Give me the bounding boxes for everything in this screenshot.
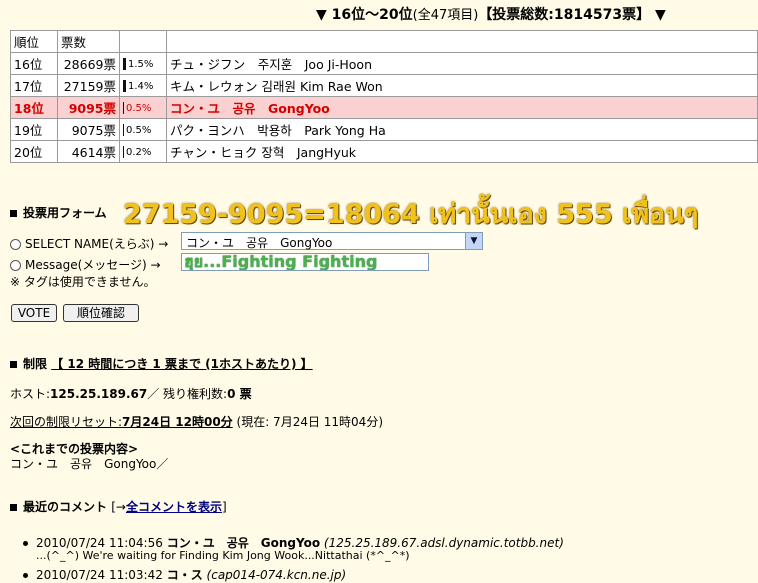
table-row-highlighted: 18位 9095票 0.5% コン・ユ 공유 GongYoo [10,96,758,119]
select-name-row: SELECT NAME(えらぶ) → [10,235,168,252]
name-cell: キム・レウォン 김래원 Kim Rae Won [166,74,758,97]
percent-text: 0.5% [126,102,152,114]
message-radio[interactable] [10,260,21,271]
range-text: 16位～20位 [331,7,413,23]
name-cell: チュ・ジフン 주지훈 Joo Ji-Hoon [166,52,758,75]
message-input[interactable]: ฮุย...Fighting Fighting [181,253,429,271]
history-value: コン・ユ 공유 GongYoo／ [10,457,169,471]
message-label: Message(メッセージ) → [25,258,161,272]
vote-page: ▼ 16位～20位(全47項目)【投票総数:1814573票】 ▼ 順位 票数 … [0,0,758,582]
comments-section-title: 最近のコメント [→全コメントを表示] [10,498,227,515]
limit-rule: 【 12 時間につき 1 票まで (1ホストあたり) 】 [51,357,313,371]
bullet-icon [23,573,28,578]
down-triangle-icon: ▼ [654,7,666,23]
rank-cell: 18位 [10,96,58,119]
name-select[interactable]: コン・ユ 공유 GongYoo ▼ [181,232,483,250]
host-value: 125.25.189.67 [50,387,148,401]
percent-cell: 1.4% [119,74,167,97]
rank-cell: 16位 [10,52,58,75]
vote-bar [123,123,124,136]
percent-text: 0.2% [126,146,152,158]
host-row: ホスト:125.25.189.67／ 残り権利数:0 票 [10,385,252,402]
name-cell: チャン・ヒョク 장혁 JangHyuk [166,140,758,163]
votes-cell: 27159票 [57,74,120,97]
vote-bar [123,57,126,70]
item-count: (全47項目) [412,8,479,23]
table-header-row: 順位 票数 [10,30,758,53]
vote-bar [123,101,124,114]
now-text: (現在: 7月24日 11時04分) [236,415,383,429]
name-select-value: コン・ユ 공유 GongYoo [186,236,333,250]
message-row: Message(メッセージ) → [10,256,161,273]
vote-form-title-text: 投票用フォーム [23,206,107,220]
limit-title: 制限 [23,357,48,371]
comment-name: コン・ユ 공유 GongYoo [166,536,321,550]
limit-section-title: 制限 【 12 時間につき 1 票まで (1ホストあたり) 】 [10,355,313,372]
name-column-header [166,30,758,53]
square-bullet-icon [10,361,17,368]
bar-column-header [119,30,167,53]
percent-cell: 0.5% [119,118,167,141]
rank-cell: 19位 [10,118,58,141]
table-row: 16位 28669票 1.5% チュ・ジフン 주지훈 Joo Ji-Hoon [10,52,758,75]
square-bullet-icon [10,210,17,217]
reset-row: 次回の制限リセット:7月24日 12時00分 (現在: 7月24日 11時04分… [10,413,383,430]
rank-column-header: 順位 [10,30,58,53]
chevron-down-icon[interactable]: ▼ [465,233,482,249]
rank-cell: 20位 [10,140,58,163]
comment-text: ...(^_^) We're waiting for Finding Kim J… [36,549,410,562]
down-triangle-icon: ▼ [316,7,327,23]
select-name-label: SELECT NAME(えらぶ) → [25,237,169,251]
all-comments-link[interactable]: 全コメントを表示 [126,500,222,514]
percent-text: 1.4% [128,80,154,92]
vote-button[interactable]: VOTE [11,304,57,322]
remain-value: 0 票 [227,387,252,401]
host-label: ホスト: [10,387,51,401]
votes-cell: 28669票 [57,52,120,75]
votes-cell: 4614票 [57,140,120,163]
reset-label: 次回の制限リセット: [10,415,123,429]
table-row: 20位 4614票 0.2% チャン・ヒョク 장혁 JangHyuk [10,140,758,163]
name-cell: パク・ヨンハ 박용하 Park Yong Ha [166,118,758,141]
comment-item: 2010/07/24 11:03:42 コ・ス (cap014-074.kcn.… [23,566,347,583]
percent-text: 0.5% [126,124,152,136]
remain-label: ／ 残り権利数: [147,387,228,401]
tag-note: ※ タグは使用できません。 [10,275,156,289]
comment-name: コ・ス [166,568,203,582]
select-name-radio[interactable] [10,239,21,250]
comments-title: 最近のコメント [23,500,108,514]
name-cell: コン・ユ 공유 GongYoo [166,96,758,119]
table-row: 17位 27159票 1.4% キム・レウォン 김래원 Kim Rae Won [10,74,758,97]
rank-cell: 17位 [10,74,58,97]
votes-cell: 9095票 [57,96,120,119]
comment-host: (125.25.189.67.adsl.dynamic.totbb.net) [323,536,564,550]
vote-bar [123,79,126,92]
link-prefix: [→ [111,500,126,514]
ranking-table: 順位 票数 16位 28669票 1.5% チュ・ジフン 주지훈 Joo Ji-… [10,30,758,163]
link-suffix: ] [221,500,227,514]
overlay-caption: 27159-9095=18064 เท่านั้นเอง 555 เพื่อนๆ [123,199,699,230]
votes-cell: 9075票 [57,118,120,141]
bullet-icon [23,541,28,546]
rank-check-button[interactable]: 順位確認 [63,304,139,322]
total-votes: 【投票総数:1814573票】 [478,7,651,23]
comment-time: 2010/07/24 11:04:56 [36,536,163,550]
votes-column-header: 票数 [57,30,120,53]
percent-cell: 0.2% [119,140,167,163]
comment-host: (cap014-074.kcn.ne.jp) [206,568,347,582]
ranking-header: ▼ 16位～20位(全47項目)【投票総数:1814573票】 ▼ [316,4,756,24]
reset-value: 7月24日 12時00分 [122,415,233,429]
vote-bar [123,145,124,158]
vote-form-title: 投票用フォーム [10,204,107,221]
percent-cell: 1.5% [119,52,167,75]
square-bullet-icon [10,504,17,511]
comment-time: 2010/07/24 11:03:42 [36,568,163,582]
percent-text: 1.5% [128,58,154,70]
percent-cell: 0.5% [119,96,167,119]
table-row: 19位 9075票 0.5% パク・ヨンハ 박용하 Park Yong Ha [10,118,758,141]
